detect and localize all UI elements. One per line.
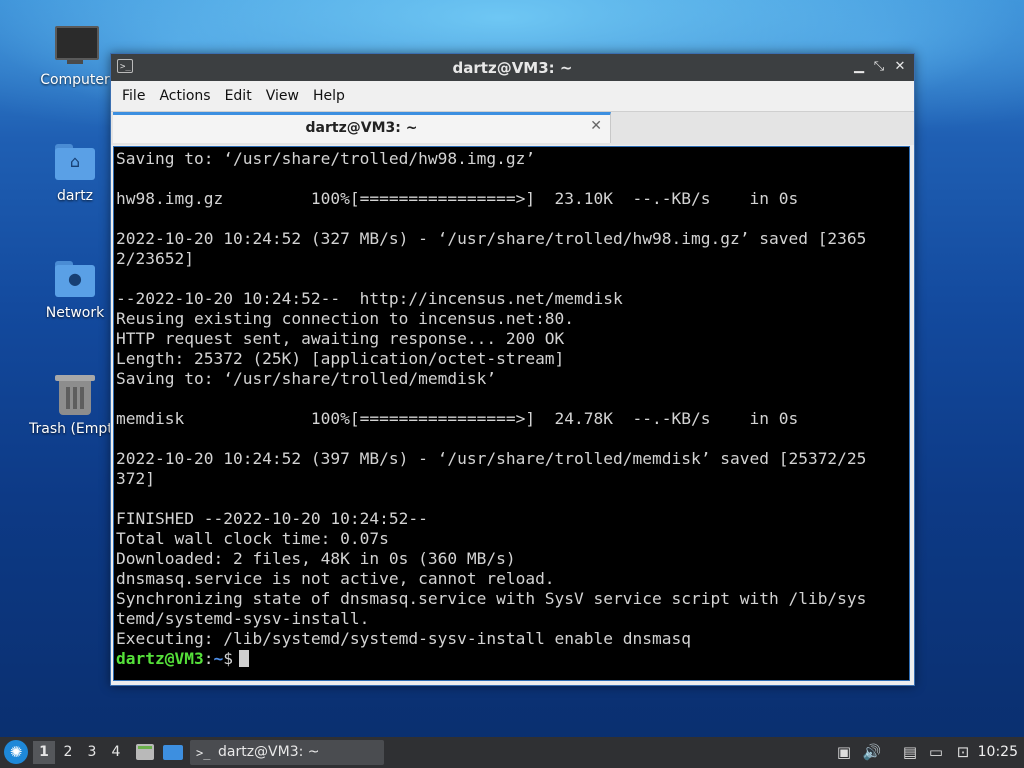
terminal-line: memdisk 100%[================>] 24.78K -… bbox=[116, 409, 799, 428]
desktop-icon-computer[interactable]: Computer bbox=[29, 24, 121, 88]
task-label: dartz@VM3: ~ bbox=[218, 744, 320, 760]
window-title: dartz@VM3: ~ bbox=[452, 59, 573, 77]
terminal-line: Reusing existing connection to incensus.… bbox=[116, 309, 575, 328]
desktop-icon-label: Network bbox=[45, 305, 105, 321]
volume-icon[interactable]: 🔊 bbox=[862, 742, 882, 762]
terminal-output[interactable]: Saving to: ‘/usr/share/trolled/hw98.img.… bbox=[113, 146, 910, 681]
update-icon[interactable]: ⊡ bbox=[953, 742, 973, 762]
maximize-icon[interactable]: ⤡ bbox=[870, 58, 888, 76]
home-folder-icon: ⌂ bbox=[53, 140, 97, 184]
taskbar: ✺ 1 2 3 4 >_ dartz@VM3: ~ ▣ 🔊 ▤ ▭ ⊡ 10:2… bbox=[0, 737, 1024, 768]
menu-bar: File Actions Edit View Help bbox=[111, 81, 914, 111]
desktop-icon-home-folder[interactable]: ⌂ dartz bbox=[29, 140, 121, 204]
close-icon[interactable]: ✕ bbox=[891, 58, 909, 76]
terminal-line: dnsmasq.service is not active, cannot re… bbox=[116, 569, 555, 588]
workspace-1[interactable]: 1 bbox=[33, 741, 55, 764]
tab-terminal[interactable]: dartz@VM3: ~ ✕ bbox=[113, 112, 611, 143]
show-desktop-icon[interactable] bbox=[162, 742, 184, 762]
terminal-line: Synchronizing state of dnsmasq.service w… bbox=[116, 589, 867, 608]
menu-actions[interactable]: Actions bbox=[152, 81, 217, 111]
terminal-line: Saving to: ‘/usr/share/trolled/hw98.img.… bbox=[116, 149, 536, 168]
prompt-line[interactable]: dartz@VM3:~$ bbox=[116, 649, 909, 669]
tab-close-icon[interactable]: ✕ bbox=[590, 118, 602, 134]
terminal-icon: >_ bbox=[196, 746, 211, 760]
text-cursor bbox=[238, 650, 249, 667]
workspace-4[interactable]: 4 bbox=[105, 741, 127, 764]
terminal-line: --2022-10-20 10:24:52-- http://incensus.… bbox=[116, 289, 623, 308]
computer-icon bbox=[53, 24, 99, 68]
terminal-window[interactable]: >_ dartz@VM3: ~ ▁ ⤡ ✕ File Actions Edit … bbox=[110, 53, 915, 686]
tab-label: dartz@VM3: ~ bbox=[305, 120, 418, 136]
terminal-line: 2022-10-20 10:24:52 (397 MB/s) - ‘/usr/s… bbox=[116, 449, 867, 468]
desktop-icon-label: Trash (Empty) bbox=[29, 421, 121, 437]
workspace-2[interactable]: 2 bbox=[57, 741, 79, 764]
desktop-icon-trash[interactable]: Trash (Empty) bbox=[29, 373, 121, 437]
terminal-line: HTTP request sent, awaiting response... … bbox=[116, 329, 565, 348]
menu-help[interactable]: Help bbox=[306, 81, 352, 111]
terminal-line: FINISHED --2022-10-20 10:24:52-- bbox=[116, 509, 428, 528]
network-folder-icon: ● bbox=[53, 257, 97, 301]
terminal-line: Length: 25372 (25K) [application/octet-s… bbox=[116, 349, 565, 368]
terminal-line: 372] bbox=[116, 469, 155, 488]
terminal-line: 2/23652] bbox=[116, 249, 194, 268]
prompt-separator: : bbox=[203, 649, 214, 668]
terminal-line: Saving to: ‘/usr/share/trolled/memdisk’ bbox=[116, 369, 497, 388]
desktop-icon-label: Computer bbox=[40, 72, 110, 88]
terminal-line: Total wall clock time: 0.07s bbox=[116, 529, 389, 548]
clipboard-icon[interactable]: ▣ bbox=[834, 742, 854, 762]
terminal-line: Executing: /lib/systemd/systemd-sysv-ins… bbox=[116, 629, 691, 648]
tab-bar: dartz@VM3: ~ ✕ bbox=[111, 111, 914, 145]
menu-view[interactable]: View bbox=[259, 81, 306, 111]
menu-file[interactable]: File bbox=[115, 81, 152, 111]
workspace-3[interactable]: 3 bbox=[81, 741, 103, 764]
prompt-symbol: $ bbox=[223, 649, 233, 668]
terminal-line: hw98.img.gz 100%[================>] 23.1… bbox=[116, 189, 799, 208]
prompt-user-host: dartz@VM3 bbox=[116, 649, 204, 668]
desktop-icon-network[interactable]: ● Network bbox=[29, 257, 121, 321]
network-icon[interactable]: ▭ bbox=[926, 742, 946, 762]
menu-edit[interactable]: Edit bbox=[218, 81, 259, 111]
prompt-path: ~ bbox=[213, 649, 224, 668]
terminal-line: Downloaded: 2 files, 48K in 0s (360 MB/s… bbox=[116, 549, 516, 568]
file-manager-icon[interactable] bbox=[134, 742, 156, 762]
terminal-line: temd/systemd-sysv-install. bbox=[116, 609, 370, 628]
terminal-line: 2022-10-20 10:24:52 (327 MB/s) - ‘/usr/s… bbox=[116, 229, 867, 248]
taskbar-task-terminal[interactable]: >_ dartz@VM3: ~ bbox=[190, 740, 384, 765]
minimize-icon[interactable]: ▁ bbox=[850, 58, 868, 76]
desktop-icon-label: dartz bbox=[56, 188, 94, 204]
trash-icon bbox=[53, 373, 97, 417]
clock[interactable]: 10:25 bbox=[978, 737, 1018, 768]
notes-icon[interactable]: ▤ bbox=[900, 742, 920, 762]
window-titlebar[interactable]: >_ dartz@VM3: ~ ▁ ⤡ ✕ bbox=[111, 54, 914, 81]
start-menu-icon[interactable]: ✺ bbox=[4, 740, 28, 764]
